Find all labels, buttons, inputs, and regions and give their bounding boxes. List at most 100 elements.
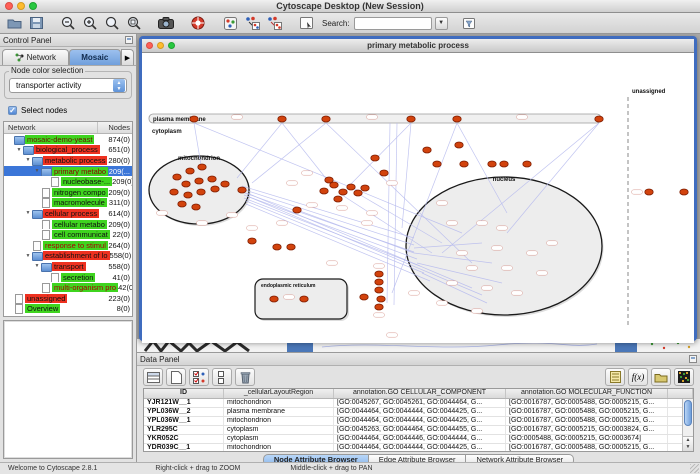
network-tree-header: Network Nodes	[4, 122, 132, 134]
node-color-selection-label: Node color selection	[9, 66, 85, 75]
save-icon[interactable]	[26, 14, 46, 32]
table-row[interactable]: YDR039C__1mitochondrion[GO:0044464, GO:0…	[144, 444, 693, 452]
tree-row[interactable]: ▼metabolic process280(0)	[4, 155, 132, 166]
search-input[interactable]	[354, 17, 432, 30]
zoom-selected-icon[interactable]	[124, 14, 144, 32]
snapshot-camera-icon[interactable]	[156, 14, 176, 32]
zoom-out-icon[interactable]	[58, 14, 78, 32]
zoom-fit-icon[interactable]	[102, 14, 122, 32]
tab-network-label: Network	[27, 53, 56, 62]
table-column-header[interactable]: annotation.GO MOLECULAR_FUNCTION	[506, 389, 668, 398]
tree-expander-icon[interactable]: ▼	[24, 210, 32, 216]
tree-col-network[interactable]: Network	[4, 122, 98, 133]
annotation-icon[interactable]	[296, 14, 316, 32]
import-attributes-icon[interactable]	[651, 368, 671, 386]
resize-grip[interactable]	[690, 464, 699, 473]
tree-row-node-count: 651(0)	[108, 145, 132, 154]
tree-row-node-count: 8(0)	[117, 304, 132, 313]
table-cell: plasma membrane	[224, 408, 334, 416]
configure-search-icon[interactable]	[460, 14, 480, 32]
file-icon	[41, 284, 51, 291]
zoom-in-icon[interactable]	[80, 14, 100, 32]
tree-expander-icon[interactable]: ▼	[24, 253, 32, 259]
more-tabs-button[interactable]: ▶	[121, 49, 134, 65]
select-attributes-icon[interactable]	[189, 368, 209, 386]
tree-row-node-count: 558(0)	[108, 262, 132, 271]
tree-row[interactable]: macromolecule311(0)	[4, 198, 132, 209]
table-column-header[interactable]: annotation.GO CELLULAR_COMPONENT	[334, 389, 506, 398]
tree-row[interactable]: ▼establishment of lo558(0)	[4, 251, 132, 262]
matrix-icon[interactable]	[674, 368, 694, 386]
unselect-attributes-icon[interactable]	[212, 368, 232, 386]
table-column-header[interactable]: _cellularLayoutRegion	[224, 389, 334, 398]
function-builder-icon[interactable]: f(x)	[628, 368, 648, 386]
attribute-table-icon[interactable]	[143, 368, 163, 386]
scrollbar-buttons[interactable]: ▲▼	[683, 436, 693, 451]
table-column-header[interactable]: ID	[144, 389, 224, 398]
tree-expander-icon[interactable]: ▼	[24, 157, 32, 163]
network-graph[interactable]: plasma membranecytoplasmmitochondrionnuc…	[142, 53, 694, 338]
tree-row[interactable]: nucleobase-...209(0)	[4, 176, 132, 187]
tree-row[interactable]: unassigned223(0)	[4, 293, 132, 304]
tree-row-node-count: 209(0)	[108, 220, 132, 229]
tab-network[interactable]: Network	[2, 49, 69, 65]
table-cell: [GO:0044464, GO:0044444, GO:0044425, G..…	[334, 408, 506, 416]
folder-icon	[23, 146, 33, 153]
tree-row[interactable]: mosaic-demo-yeast874(0)	[4, 134, 132, 145]
tree-expander-icon[interactable]: ▼	[33, 263, 41, 269]
network-canvas[interactable]: plasma membranecytoplasmmitochondrionnuc…	[142, 53, 694, 343]
node-color-combobox[interactable]: transporter activity ▲▼	[9, 78, 127, 93]
tree-row[interactable]: secretion41(0)	[4, 272, 132, 283]
tree-row-label: cellular metabo	[52, 220, 107, 229]
annotation-list-icon[interactable]	[605, 368, 625, 386]
birds-eye-view[interactable]	[3, 320, 133, 459]
tree-row[interactable]: multi-organism pro42(0)	[4, 282, 132, 293]
table-scrollbar[interactable]: ▲▼	[682, 399, 693, 451]
delete-attribute-icon[interactable]	[235, 368, 255, 386]
table-row[interactable]: YJR121W__1mitochondrion[GO:0045267, GO:0…	[144, 399, 693, 408]
tree-row[interactable]: ▼primary metabo209(...	[4, 166, 132, 177]
select-nodes-checkbox[interactable]: ✓	[8, 106, 17, 115]
float-data-panel-icon[interactable]	[689, 355, 697, 363]
window-title: Cytoscape Desktop (New Session)	[0, 1, 700, 11]
search-dropdown-button[interactable]: ▼	[435, 17, 448, 30]
table-cell: [GO:0016787, GO:0005488, GO:0005215, G..…	[506, 417, 668, 425]
help-lifering-icon[interactable]	[188, 14, 208, 32]
file-icon	[14, 305, 24, 312]
data-panel-title: Data Panel	[140, 355, 180, 364]
table-row[interactable]: YPL036W__1mitochondrion[GO:0044464, GO:0…	[144, 417, 693, 426]
layout-icon[interactable]	[220, 14, 240, 32]
tree-row-node-count: 209(...	[109, 167, 132, 176]
search-label: Search:	[322, 19, 350, 28]
tree-row[interactable]: Overview8(0)	[4, 304, 132, 315]
control-panel-header: Control Panel	[0, 34, 136, 47]
tree-row[interactable]: nitrogen compo209(0)	[4, 187, 132, 198]
tree-row[interactable]: ▼ transport 558(0)	[4, 261, 132, 272]
node-color-selection-group: Node color selection transporter activit…	[4, 71, 132, 99]
tree-row-node-count: 264(0)	[108, 241, 132, 250]
tree-row[interactable]: response to stimul264(0)	[4, 240, 132, 251]
tree-expander-icon[interactable]: ▼	[15, 147, 23, 153]
new-attribute-icon[interactable]	[166, 368, 186, 386]
table-cell: [GO:0016787, GO:0005215, GO:0003824, G..…	[506, 426, 668, 434]
table-cell: [GO:0044464, GO:0044444, GO:0044425, G..…	[334, 444, 506, 452]
tree-row[interactable]: cellular metabo209(0)	[4, 219, 132, 230]
tree-row[interactable]: cell communicat22(0)	[4, 229, 132, 240]
tab-mosaic[interactable]: Mosaic	[69, 49, 121, 65]
network-view-titlebar[interactable]: primary metabolic process	[142, 39, 694, 53]
float-panel-icon[interactable]	[125, 36, 133, 44]
tree-row-label: transport	[52, 262, 86, 271]
table-row[interactable]: YPL036W__2plasma membrane[GO:0044464, GO…	[144, 408, 693, 417]
tree-row[interactable]: ▼biological_process651(0)	[4, 145, 132, 156]
scrollbar-thumb[interactable]	[684, 400, 692, 426]
table-cell: [GO:0044464, GO:0044444, GO:0044425, G..…	[334, 417, 506, 425]
tree-col-nodes[interactable]: Nodes	[98, 122, 132, 133]
folder-icon	[32, 210, 42, 217]
new-network-selected-nodes-all-edges-icon[interactable]	[242, 14, 262, 32]
table-row[interactable]: YKR052Ccytoplasm[GO:0044464, GO:0044446,…	[144, 435, 693, 444]
tree-expander-icon[interactable]: ▼	[33, 168, 41, 174]
tree-row[interactable]: ▼cellular process614(0)	[4, 208, 132, 219]
table-row[interactable]: YLR295Ccytoplasm[GO:0045263, GO:0044464,…	[144, 426, 693, 435]
new-network-selected-nodes-selected-edges-icon[interactable]	[264, 14, 284, 32]
open-icon[interactable]	[4, 14, 24, 32]
